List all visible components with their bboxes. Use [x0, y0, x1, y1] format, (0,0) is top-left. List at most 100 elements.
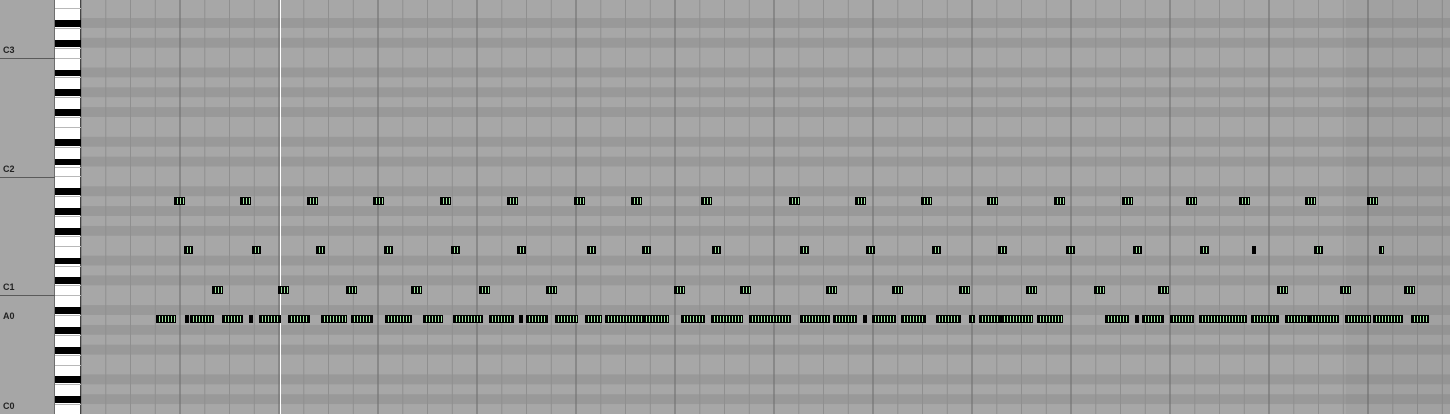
note-row-2-note[interactable] [316, 246, 325, 254]
note-row-1-note[interactable] [507, 197, 518, 205]
note-row-1-note[interactable] [921, 197, 932, 205]
note-row-2-note[interactable] [517, 246, 526, 254]
note-grid[interactable] [81, 0, 1450, 414]
black-key[interactable] [55, 257, 81, 265]
note-row-4-note[interactable] [1001, 315, 1033, 323]
note-row-4-note[interactable] [1309, 315, 1339, 323]
note-row-1-note[interactable] [855, 197, 866, 205]
note-row-2-note[interactable] [1133, 246, 1142, 254]
note-row-3-note[interactable] [1340, 286, 1351, 294]
note-row-3-note[interactable] [1277, 286, 1288, 294]
note-row-2-note[interactable] [1066, 246, 1075, 254]
note-row-3-note[interactable] [1158, 286, 1169, 294]
note-row-4-note[interactable] [711, 315, 743, 323]
note-row-4-note[interactable] [156, 315, 176, 323]
note-row-1-note[interactable] [174, 197, 185, 205]
note-row-4-note[interactable] [259, 315, 281, 323]
note-row-4-note[interactable] [185, 315, 189, 323]
note-row-3-note[interactable] [892, 286, 903, 294]
note-row-3-note[interactable] [1026, 286, 1037, 294]
note-row-1-note[interactable] [373, 197, 384, 205]
note-row-2-note[interactable] [998, 246, 1007, 254]
note-row-2-note[interactable] [1314, 246, 1323, 254]
note-row-1-note[interactable] [631, 197, 642, 205]
note-row-4-note[interactable] [555, 315, 578, 323]
black-key[interactable] [55, 20, 81, 27]
note-row-4-note[interactable] [901, 315, 926, 323]
black-key[interactable] [55, 138, 81, 146]
note-row-4-note[interactable] [222, 315, 243, 323]
note-row-1-note[interactable] [789, 197, 800, 205]
note-row-4-note[interactable] [872, 315, 896, 323]
note-row-4-note[interactable] [190, 315, 214, 323]
note-row-4-note[interactable] [1105, 315, 1129, 323]
black-key[interactable] [55, 277, 81, 285]
note-row-1-note[interactable] [1367, 197, 1378, 205]
note-row-2-note[interactable] [932, 246, 941, 254]
note-row-4-note[interactable] [1411, 315, 1429, 323]
black-key[interactable] [55, 158, 81, 166]
note-row-4-note[interactable] [321, 315, 347, 323]
note-row-1-note[interactable] [1239, 197, 1250, 205]
note-row-2-note[interactable] [866, 246, 875, 254]
note-row-4-note[interactable] [1373, 315, 1403, 323]
note-row-1-note[interactable] [240, 197, 251, 205]
note-row-2-note[interactable] [384, 246, 393, 254]
note-row-2-note[interactable] [451, 246, 460, 254]
note-row-1-note[interactable] [574, 197, 585, 205]
piano-keyboard[interactable] [55, 0, 81, 414]
note-row-3-note[interactable] [479, 286, 490, 294]
note-row-3-note[interactable] [1404, 286, 1415, 294]
note-row-4-note[interactable] [249, 315, 253, 323]
note-row-4-note[interactable] [1251, 315, 1279, 323]
note-row-2-note[interactable] [252, 246, 261, 254]
black-key[interactable] [55, 109, 81, 116]
note-row-4-note[interactable] [288, 315, 310, 323]
playhead[interactable] [280, 0, 281, 414]
note-row-4-note[interactable] [979, 315, 1001, 323]
black-key[interactable] [55, 307, 81, 314]
note-row-4-note[interactable] [526, 315, 548, 323]
black-key[interactable] [55, 376, 81, 384]
note-row-2-note[interactable] [1379, 246, 1384, 254]
black-key[interactable] [55, 396, 81, 404]
note-row-2-note[interactable] [712, 246, 721, 254]
note-row-1-note[interactable] [987, 197, 998, 205]
note-row-4-note[interactable] [749, 315, 791, 323]
black-key[interactable] [55, 208, 81, 215]
note-row-2-note[interactable] [184, 246, 193, 254]
note-row-4-note[interactable] [519, 315, 523, 323]
note-row-3-note[interactable] [346, 286, 357, 294]
note-row-4-note[interactable] [1037, 315, 1063, 323]
note-row-3-note[interactable] [959, 286, 970, 294]
black-key[interactable] [55, 227, 81, 235]
note-row-4-note[interactable] [863, 315, 867, 323]
note-row-2-note[interactable] [587, 246, 596, 254]
note-row-1-note[interactable] [1186, 197, 1197, 205]
note-row-1-note[interactable] [307, 197, 318, 205]
note-row-4-note[interactable] [800, 315, 830, 323]
black-key[interactable] [55, 188, 81, 196]
note-row-3-note[interactable] [740, 286, 751, 294]
black-key[interactable] [55, 89, 81, 97]
note-row-3-note[interactable] [212, 286, 223, 294]
note-row-4-note[interactable] [1170, 315, 1194, 323]
note-row-4-note[interactable] [681, 315, 705, 323]
note-row-2-note[interactable] [800, 246, 809, 254]
black-key[interactable] [55, 39, 81, 47]
note-row-3-note[interactable] [674, 286, 685, 294]
note-row-4-note[interactable] [351, 315, 373, 323]
note-row-1-note[interactable] [1122, 197, 1133, 205]
note-row-4-note[interactable] [453, 315, 483, 323]
note-row-2-note[interactable] [642, 246, 651, 254]
note-row-1-note[interactable] [1305, 197, 1316, 205]
note-row-1-note[interactable] [1054, 197, 1065, 205]
note-row-4-note[interactable] [1285, 315, 1311, 323]
note-row-1-note[interactable] [701, 197, 712, 205]
note-row-4-note[interactable] [1135, 315, 1139, 323]
note-row-4-note[interactable] [1142, 315, 1164, 323]
note-row-3-note[interactable] [1094, 286, 1105, 294]
note-row-4-note[interactable] [423, 315, 443, 323]
note-row-4-note[interactable] [643, 315, 669, 323]
note-row-4-note[interactable] [585, 315, 602, 323]
